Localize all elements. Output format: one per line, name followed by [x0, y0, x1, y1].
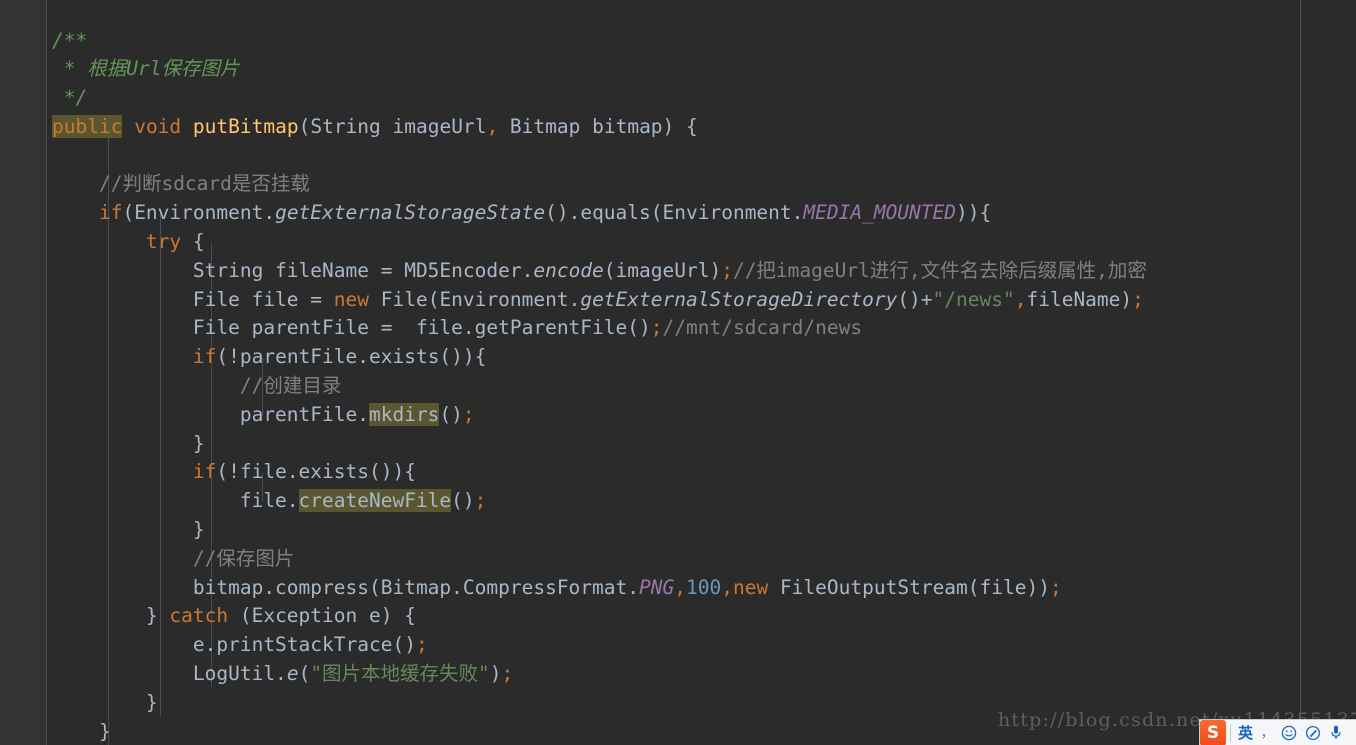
code-line-19[interactable]: //保存图片	[0, 545, 1356, 574]
code-line-11[interactable]: File parentFile = file.getParentFile();/…	[0, 314, 1356, 343]
code-line-20[interactable]: bitmap.compress(Bitmap.CompressFormat.PN…	[0, 574, 1356, 603]
code-line-16[interactable]: if(!file.exists()){	[0, 458, 1356, 487]
code-line-10[interactable]: File file = new File(Environment.getExte…	[0, 286, 1356, 315]
token-method-getexternalstoragestate: getExternalStorageState	[275, 201, 546, 225]
token-method-mkdirs: mkdirs	[368, 402, 440, 426]
sogou-logo-icon[interactable]: S	[1200, 719, 1226, 745]
code-line-21[interactable]: } catch (Exception e) {	[0, 602, 1356, 631]
token-keyword-new-1: new	[333, 287, 369, 311]
code-line-2[interactable]: * 根据Url保存图片	[0, 55, 1356, 84]
token-method-encode: encode	[533, 258, 604, 282]
token-keyword-if-1: if	[98, 201, 123, 225]
code-line-13[interactable]: //创建目录	[0, 372, 1356, 401]
token-method-e: e	[286, 662, 299, 686]
code-line-23[interactable]: LogUtil.e("图片本地缓存失败");	[0, 660, 1356, 689]
source-code-block[interactable]: /** * 根据Url保存图片 */ public void putBitmap(…	[0, 20, 1356, 745]
code-editor-window[interactable]: /** * 根据Url保存图片 */ public void putBitmap(…	[0, 0, 1356, 745]
token-doc-open: /**	[52, 28, 88, 52]
token-static-media-mounted: MEDIA_MOUNTED	[803, 201, 957, 225]
ime-language-mode[interactable]: 英	[1234, 720, 1257, 745]
ime-emoji-icon[interactable]	[1277, 720, 1301, 745]
token-keyword-try: try	[145, 230, 182, 254]
token-comment-savepic: //保存图片	[192, 546, 295, 570]
token-string-cachefail: "图片本地缓存失败"	[310, 662, 490, 686]
code-line-7[interactable]: if(Environment.getExternalStorageState()…	[0, 199, 1356, 228]
token-comment-mkdir: //创建目录	[239, 374, 342, 398]
code-line-1[interactable]: /**	[0, 27, 1356, 56]
token-comment-sdcard: //判断sdcard是否挂载	[98, 172, 310, 196]
token-keyword-catch: catch	[169, 604, 229, 628]
token-method-putbitmap: putBitmap	[192, 114, 299, 138]
code-line-14[interactable]: parentFile.mkdirs();	[0, 401, 1356, 430]
token-keyword-new-2: new	[732, 575, 769, 599]
code-line-4[interactable]: public void putBitmap(String imageUrl, B…	[0, 113, 1356, 142]
code-line-9[interactable]: String fileName = MD5Encoder.encode(imag…	[0, 257, 1356, 286]
token-doc-body: * 根据Url保存图片	[52, 57, 240, 81]
token-method-createnewfile: createNewFile	[298, 489, 452, 513]
code-line-22[interactable]: e.printStackTrace();	[0, 631, 1356, 660]
ime-punctuation-toggle[interactable]: ，	[1257, 720, 1277, 745]
token-keyword-public: public	[52, 114, 123, 138]
token-keyword-if-3: if	[192, 460, 217, 484]
ime-divider	[1230, 723, 1231, 742]
code-line-12[interactable]: if(!parentFile.exists()){	[0, 343, 1356, 372]
code-line-17[interactable]: file.createNewFile();	[0, 487, 1356, 516]
token-keyword-if-2: if	[192, 345, 217, 369]
code-line-3[interactable]: */	[0, 84, 1356, 113]
token-params: (String imageUrl	[298, 114, 487, 138]
token-string-news: "/news"	[932, 287, 1015, 311]
token-method-getexternalstoragedirectory: getExternalStorageDirectory	[580, 287, 898, 311]
ime-pencil-icon[interactable]	[1301, 720, 1325, 745]
token-doc-close: */	[52, 86, 88, 110]
code-line-18[interactable]: }	[0, 516, 1356, 545]
code-line-8[interactable]: try {	[0, 228, 1356, 257]
code-line-15[interactable]: }	[0, 430, 1356, 459]
token-number-100: 100	[685, 575, 722, 599]
sogou-ime-toolbar[interactable]: S 英 ，	[1199, 719, 1356, 745]
code-line-6[interactable]: //判断sdcard是否挂载	[0, 170, 1356, 199]
token-static-png: PNG	[639, 575, 675, 599]
code-line-5[interactable]	[0, 142, 1356, 171]
ime-microphone-icon[interactable]	[1325, 720, 1347, 745]
token-comment-imageurl: //把imageUrl进行,文件名去除后缀属性,加密	[732, 258, 1147, 282]
token-comment-mntsdcard: //mnt/sdcard/news	[662, 316, 863, 340]
token-keyword-void: void	[134, 114, 182, 138]
